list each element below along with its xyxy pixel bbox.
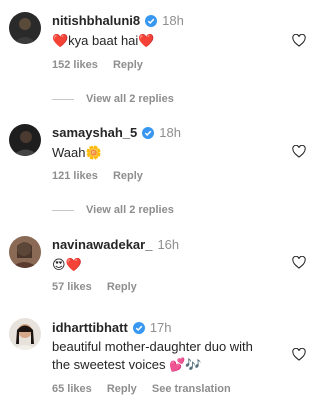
comment-header: navinawadekar_ 16h — [52, 237, 179, 252]
verified-badge-icon — [142, 126, 155, 139]
divider-line — [52, 98, 74, 100]
username[interactable]: nitishbhaluni8 — [52, 13, 140, 28]
reply-button[interactable]: Reply — [107, 281, 137, 293]
comment-time: 18h — [162, 13, 184, 28]
view-replies-button[interactable]: View all 2 replies — [52, 204, 174, 216]
reply-button[interactable]: Reply — [113, 170, 143, 182]
comment-actions: 65 likes Reply See translation — [52, 383, 243, 395]
view-replies-label: View all 2 replies — [86, 204, 174, 216]
user-avatar-icon — [9, 318, 41, 350]
like-count[interactable]: 57 likes — [52, 281, 92, 293]
comment-actions: 57 likes Reply — [52, 281, 149, 293]
avatar[interactable] — [9, 12, 41, 44]
divider-line — [52, 209, 74, 211]
comment-header: samayshah_5 18h — [52, 125, 181, 140]
reply-button[interactable]: Reply — [107, 383, 137, 395]
like-heart-icon[interactable] — [292, 348, 306, 361]
comment-header: nitishbhaluni8 18h — [52, 13, 184, 28]
comment-text-line2: the sweetest voices 💕🎶 — [52, 357, 202, 372]
comment-text: 😍❤️ — [52, 257, 82, 272]
avatar[interactable] — [9, 318, 41, 350]
comment-actions: 121 likes Reply — [52, 170, 155, 182]
comment-time: 18h — [159, 125, 181, 140]
username[interactable]: samayshah_5 — [52, 125, 137, 140]
like-heart-icon[interactable] — [292, 145, 306, 158]
comment-text: Waah🌼 — [52, 145, 102, 160]
view-replies-label: View all 2 replies — [86, 93, 174, 105]
like-heart-icon[interactable] — [292, 256, 306, 269]
avatar[interactable] — [9, 124, 41, 156]
user-avatar-icon — [9, 12, 41, 44]
comment-text-line1: beautiful mother-daughter duo with — [52, 339, 253, 354]
user-avatar-icon — [9, 124, 41, 156]
comment-header: idharttibhatt 17h — [52, 320, 172, 335]
comment-time: 17h — [149, 320, 172, 335]
comments-thread: nitishbhaluni8 18h ❤️kya baat hai❤️ 152 … — [0, 0, 317, 400]
like-heart-icon[interactable] — [292, 34, 306, 47]
like-count[interactable]: 121 likes — [52, 170, 98, 182]
user-avatar-icon — [9, 236, 41, 268]
see-translation-button[interactable]: See translation — [152, 383, 231, 395]
username[interactable]: navinawadekar_ — [52, 237, 152, 252]
like-count[interactable]: 152 likes — [52, 59, 98, 71]
comment-actions: 152 likes Reply — [52, 59, 155, 71]
comment-time: 16h — [157, 237, 180, 252]
like-count[interactable]: 65 likes — [52, 383, 92, 395]
verified-badge-icon — [145, 14, 158, 27]
avatar[interactable] — [9, 236, 41, 268]
comment-text: ❤️kya baat hai❤️ — [52, 33, 155, 48]
verified-badge-icon — [132, 321, 145, 334]
reply-button[interactable]: Reply — [113, 59, 143, 71]
username[interactable]: idharttibhatt — [52, 320, 128, 335]
view-replies-button[interactable]: View all 2 replies — [52, 93, 174, 105]
